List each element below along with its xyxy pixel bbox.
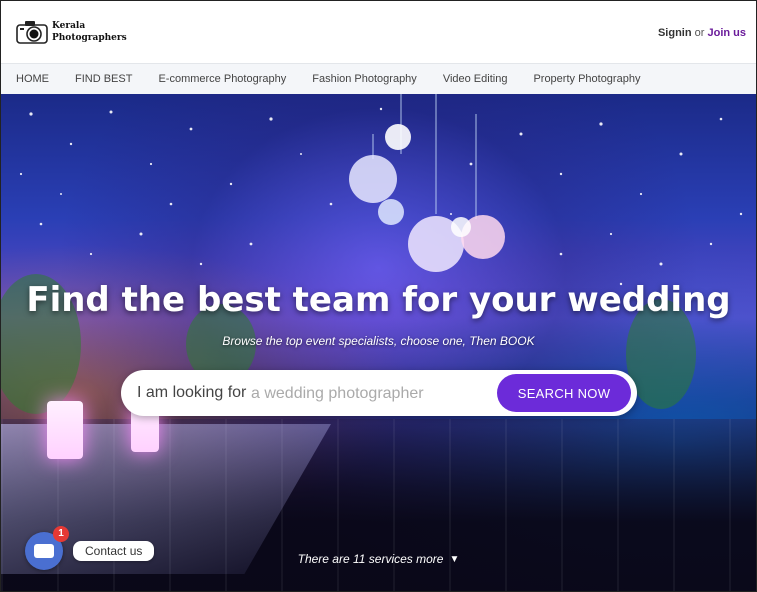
nav-item-home[interactable]: HOME xyxy=(16,73,49,85)
glowing-table-left xyxy=(47,401,83,459)
logo-text: Kerala Photographers xyxy=(52,20,127,44)
or-text: or xyxy=(694,27,705,39)
search-prefix: I am looking for xyxy=(137,384,247,401)
nav-item-find-best[interactable]: FIND BEST xyxy=(75,73,132,85)
contact-widget[interactable]: 1 Contact us xyxy=(25,526,155,570)
signin-link[interactable]: Signin xyxy=(658,27,692,39)
nav-item-ecommerce-photography[interactable]: E-commerce Photography xyxy=(158,73,286,85)
nav-item-property-photography[interactable]: Property Photography xyxy=(533,73,640,85)
joinus-link[interactable]: Join us xyxy=(707,27,746,39)
search-input[interactable] xyxy=(249,380,483,408)
hero-subtitle: Browse the top event specialists, choose… xyxy=(222,334,535,348)
chat-icon[interactable]: 1 xyxy=(25,526,69,570)
nav-item-fashion-photography[interactable]: Fashion Photography xyxy=(312,73,417,85)
search-bar: I am looking for SEARCH NOW xyxy=(121,370,637,416)
header: Kerala Photographers Signin or Join us xyxy=(1,1,756,63)
notification-badge: 1 xyxy=(53,526,69,542)
logo-line-2: Photographers xyxy=(52,33,127,43)
hero-banner: Find the best team for your wedding Brow… xyxy=(1,94,756,591)
main-nav: HOME FIND BEST E-commerce Photography Fa… xyxy=(1,63,756,95)
page-frame: Kerala Photographers Signin or Join us H… xyxy=(0,0,757,592)
contact-us-label[interactable]: Contact us xyxy=(73,541,155,561)
camera-logo-icon xyxy=(16,19,48,45)
search-now-button[interactable]: SEARCH NOW xyxy=(497,374,631,412)
hero-title: Find the best team for your wedding xyxy=(26,280,731,320)
logo-line-1: Kerala xyxy=(52,21,86,31)
auth-links: Signin or Join us xyxy=(658,27,746,39)
chevron-down-icon: ▼ xyxy=(449,554,460,565)
nav-item-video-editing[interactable]: Video Editing xyxy=(443,73,508,85)
logo[interactable]: Kerala Photographers xyxy=(16,19,127,45)
chat-bubble-icon xyxy=(34,544,54,558)
more-services-label: There are 11 services more xyxy=(297,552,444,566)
